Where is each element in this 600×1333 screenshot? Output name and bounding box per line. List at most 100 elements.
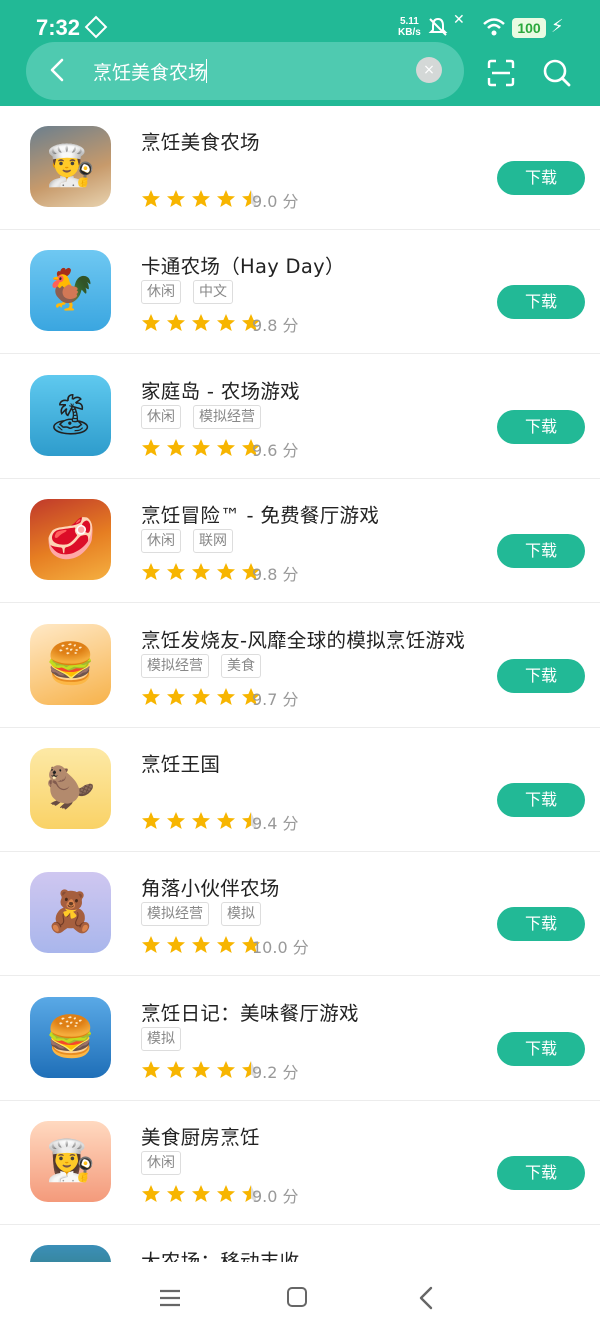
app-score: 9.8 分 — [252, 561, 299, 585]
app-score-unit: 分 — [282, 1187, 299, 1206]
rating-stars — [141, 1060, 266, 1082]
download-button[interactable]: 下载 — [497, 285, 585, 319]
app-name[interactable]: 大农场：移动丰收 — [141, 1245, 299, 1262]
app-score: 9.2 分 — [252, 1059, 299, 1083]
app-name[interactable]: 烹饪日记：美味餐厅游戏 — [141, 997, 359, 1026]
star-full-icon — [192, 936, 210, 953]
steak-chef-icon[interactable]: 🥩 — [30, 499, 111, 580]
app-list-item[interactable]: 🦫 烹饪王国 9.4 分 下载 — [0, 728, 600, 852]
status-time: 7:32 — [36, 15, 81, 40]
app-score-value: 9.2 — [252, 1063, 278, 1082]
app-tag: 模拟 — [221, 902, 261, 926]
download-button[interactable]: 下载 — [497, 534, 585, 568]
app-list-item[interactable]: 🍔 烹饪发烧友-风靡全球的模拟烹饪游戏 模拟经营 美食 9.7 分 下载 — [0, 604, 600, 728]
app-name[interactable]: 卡通农场（Hay Day） — [141, 250, 345, 279]
star-full-icon — [142, 1185, 160, 1202]
app-icon-art: 🏝 — [45, 392, 96, 438]
rating-stars — [141, 811, 266, 833]
app-score-unit: 分 — [282, 690, 299, 709]
app-score-value: 9.4 — [252, 814, 278, 833]
system-nav-bar — [0, 1262, 600, 1333]
wifi-icon — [483, 18, 505, 36]
app-score-unit: 分 — [292, 938, 309, 957]
app-name[interactable]: 家庭岛 - 农场游戏 — [141, 375, 300, 404]
menu-icon[interactable] — [159, 1288, 181, 1308]
star-full-icon — [167, 314, 185, 331]
star-full-icon — [142, 563, 160, 580]
star-full-icon — [192, 812, 210, 829]
no-sim-icon: ✕ — [453, 12, 465, 28]
app-icon-art: 🍔 — [45, 1014, 96, 1060]
star-full-icon — [142, 314, 160, 331]
app-name[interactable]: 烹饪发烧友-风靡全球的模拟烹饪游戏 — [141, 624, 465, 653]
back-arrow-icon[interactable] — [44, 56, 72, 84]
app-name[interactable]: 美食厨房烹饪 — [141, 1121, 260, 1150]
app-score: 9.4 分 — [252, 810, 299, 834]
app-score: 9.0 分 — [252, 1183, 299, 1207]
star-full-icon — [142, 936, 160, 953]
home-icon[interactable] — [287, 1287, 307, 1307]
app-tag: 联网 — [193, 529, 233, 553]
star-full-icon — [192, 314, 210, 331]
app-icon-art: 👩‍🍳 — [45, 1138, 96, 1184]
girl-burger-icon[interactable]: 👩‍🍳 — [30, 1121, 111, 1202]
search-icon[interactable] — [542, 58, 572, 88]
app-list-item[interactable]: 🐓 卡通农场（Hay Day） 休闲 中文 9.8 分 下载 — [0, 230, 600, 354]
app-score-unit: 分 — [282, 814, 299, 833]
app-tag: 休闲 — [141, 280, 181, 304]
app-list-item[interactable]: 🏝 家庭岛 - 农场游戏 休闲 模拟经营 9.6 分 下载 — [0, 355, 600, 479]
scan-icon[interactable] — [486, 58, 516, 88]
app-tag: 休闲 — [141, 1151, 181, 1175]
app-name[interactable]: 烹饪王国 — [141, 748, 220, 777]
download-button[interactable]: 下载 — [497, 659, 585, 693]
app-list-item[interactable]: 🚜 大农场：移动丰收 — [0, 1225, 600, 1262]
app-list-item[interactable]: 🥩 烹饪冒险™ - 免费餐厅游戏 休闲 联网 9.8 分 下载 — [0, 479, 600, 603]
download-button[interactable]: 下载 — [497, 410, 585, 444]
star-full-icon — [167, 812, 185, 829]
search-results-list: 👨‍🍳 烹饪美食农场 9.0 分下载 🐓 卡通农场（Hay Day） 休闲 中文 9.8 分下… — [0, 106, 600, 1262]
island-raft-icon[interactable]: 🏝 — [30, 375, 111, 456]
app-tag: 模拟经营 — [141, 902, 209, 926]
download-button[interactable]: 下载 — [497, 1156, 585, 1190]
app-score-unit: 分 — [282, 565, 299, 584]
sumikko-icon[interactable]: 🧸 — [30, 872, 111, 953]
text-cursor — [206, 59, 207, 83]
app-name[interactable]: 烹饪冒险™ - 免费餐厅游戏 — [141, 499, 379, 528]
search-input[interactable] — [93, 58, 403, 84]
app-score-value: 9.8 — [252, 565, 278, 584]
nav-back-icon[interactable] — [418, 1286, 434, 1310]
app-score: 9.7 分 — [252, 686, 299, 710]
star-full-icon — [192, 190, 210, 207]
download-button[interactable]: 下载 — [497, 783, 585, 817]
app-score-value: 9.7 — [252, 690, 278, 709]
star-full-icon — [217, 936, 235, 953]
chef-farm-icon[interactable]: 👨‍🍳 — [30, 126, 111, 207]
app-name[interactable]: 烹饪美食农场 — [141, 126, 260, 155]
star-full-icon — [142, 812, 160, 829]
download-button[interactable]: 下载 — [497, 907, 585, 941]
app-list-item[interactable]: 👩‍🍳 美食厨房烹饪 休闲 9.0 分 下载 — [0, 1101, 600, 1225]
app-name[interactable]: 角落小伙伴农场 — [141, 872, 280, 901]
big-farm-icon[interactable]: 🚜 — [30, 1245, 111, 1262]
rooster-icon[interactable]: 🐓 — [30, 250, 111, 331]
app-list-item[interactable]: 👨‍🍳 烹饪美食农场 9.0 分 下载 — [0, 106, 600, 230]
app-score-unit: 分 — [282, 1063, 299, 1082]
app-score-unit: 分 — [282, 316, 299, 335]
capybara-chef-icon[interactable]: 🦫 — [30, 748, 111, 829]
chef-burger-icon[interactable]: 🍔 — [30, 997, 111, 1078]
star-full-icon — [217, 1061, 235, 1078]
star-full-icon — [167, 936, 185, 953]
app-list-item[interactable]: 🍔 烹饪日记：美味餐厅游戏 模拟 9.2 分 下载 — [0, 977, 600, 1101]
app-score-unit: 分 — [282, 441, 299, 460]
download-button[interactable]: 下载 — [497, 1032, 585, 1066]
app-score: 10.0 分 — [252, 934, 309, 958]
clear-search-button[interactable]: × — [416, 57, 442, 83]
burger-chef-icon[interactable]: 🍔 — [30, 624, 111, 705]
app-list-item[interactable]: 🧸 角落小伙伴农场 模拟经营 模拟 10.0 分 下载 — [0, 852, 600, 976]
app-score: 9.0 分 — [252, 188, 299, 212]
download-button[interactable]: 下载 — [497, 161, 585, 195]
app-tags: 休闲 模拟经营 — [141, 405, 273, 429]
app-score-unit: 分 — [282, 192, 299, 211]
app-icon-art: 🧸 — [45, 889, 96, 935]
star-full-icon — [192, 1061, 210, 1078]
